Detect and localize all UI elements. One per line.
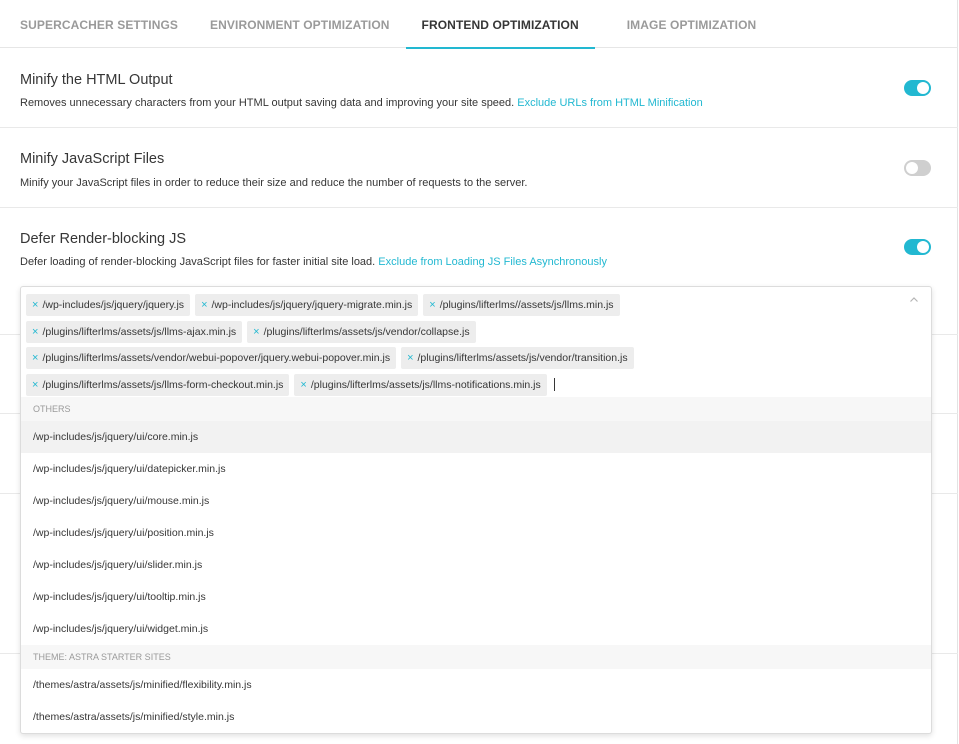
optimization-panel: SUPERCACHER SETTINGS ENVIRONMENT OPTIMIZ… — [0, 0, 958, 744]
remove-tag-icon[interactable]: × — [201, 299, 207, 311]
selected-tag: × /plugins/lifterlms/assets/js/llms-notif… — [294, 373, 547, 396]
dropdown-option[interactable]: /wp-includes/js/jquery/ui/core.min.js — [21, 421, 931, 453]
tag-label: /plugins/lifterlms/assets/js/llms-form-c… — [42, 378, 284, 391]
exclude-js-select[interactable]: × /wp-includes/js/jquery/jquery.js × /wp-i… — [20, 286, 932, 734]
tag-label: /plugins/lifterlms//assets/js/llms.min.j… — [439, 299, 614, 312]
toggle-knob — [906, 162, 918, 174]
description-text: Defer loading of render-blocking JavaScr… — [20, 256, 376, 268]
setting-description: Defer loading of render-blocking JavaScr… — [20, 256, 607, 268]
dropdown-option[interactable]: /wp-includes/js/jquery/ui/mouse.min.js — [21, 485, 931, 517]
selected-tags: × /wp-includes/js/jquery/jquery.js × /wp-i… — [26, 292, 896, 398]
remove-tag-icon[interactable]: × — [407, 352, 413, 364]
tag-label: /wp-includes/js/jquery/jquery.js — [42, 299, 185, 312]
dropdown-option[interactable]: /themes/astra/assets/js/minified/style.m… — [21, 701, 931, 733]
selected-tag: × /plugins/lifterlms/assets/js/vendor/col… — [247, 320, 476, 343]
dropdown-option[interactable]: /wp-includes/js/jquery/ui/widget.min.js — [21, 613, 931, 645]
selected-tag: × /plugins/lifterlms/assets/js/llms-form-… — [26, 373, 290, 396]
remove-tag-icon[interactable]: × — [32, 299, 38, 311]
tag-label: /plugins/lifterlms/assets/js/vendor/coll… — [263, 325, 470, 338]
setting-minify-html: Minify the HTML Output Removes unnecessa… — [0, 49, 958, 128]
text-cursor[interactable] — [553, 378, 555, 392]
option-group-label: THEME: ASTRA STARTER SITES — [21, 645, 931, 669]
tab-environment-optimization[interactable]: ENVIRONMENT OPTIMIZATION — [210, 0, 390, 48]
chevron-up-icon[interactable] — [909, 295, 919, 305]
remove-tag-icon[interactable]: × — [32, 352, 38, 364]
selected-tag: × /wp-includes/js/jquery/jquery.js — [26, 294, 191, 317]
minify-js-toggle[interactable] — [904, 160, 931, 176]
tag-label: /wp-includes/js/jquery/jquery-migrate.mi… — [211, 299, 413, 312]
option-group-label: OTHERS — [21, 397, 931, 421]
tag-line: × /plugins/lifterlms/assets/js/llms-form-… — [26, 372, 896, 399]
tab-image-optimization[interactable]: IMAGE OPTIMIZATION — [627, 0, 757, 48]
toggle-knob — [917, 82, 929, 94]
setting-title: Minify the HTML Output — [20, 72, 173, 88]
dropdown-option[interactable]: /wp-includes/js/jquery/ui/slider.min.js — [21, 549, 931, 581]
setting-description: Minify your JavaScript files in order to… — [20, 177, 528, 189]
toggle-knob — [917, 241, 929, 253]
remove-tag-icon[interactable]: × — [32, 326, 38, 338]
selected-tag: × /plugins/lifterlms/assets/js/llms-ajax.… — [26, 320, 243, 343]
tab-supercacher-settings[interactable]: SUPERCACHER SETTINGS — [20, 0, 178, 48]
setting-title: Defer Render-blocking JS — [20, 231, 187, 247]
dropdown-option[interactable]: /wp-includes/js/jquery/ui/position.min.j… — [21, 517, 931, 549]
tag-line: × /plugins/lifterlms/assets/vendor/webui-… — [26, 345, 896, 372]
remove-tag-icon[interactable]: × — [32, 379, 38, 391]
tab-bar: SUPERCACHER SETTINGS ENVIRONMENT OPTIMIZ… — [0, 0, 958, 49]
defer-js-toggle[interactable] — [904, 239, 931, 255]
setting-description: Removes unnecessary characters from your… — [20, 97, 703, 109]
description-text: Removes unnecessary characters from your… — [20, 97, 515, 109]
tag-label: /plugins/lifterlms/assets/vendor/webui-p… — [42, 352, 391, 365]
dropdown-option[interactable]: /wp-includes/js/jquery/ui/datepicker.min… — [21, 453, 931, 485]
tag-label: /plugins/lifterlms/assets/js/llms-notifi… — [310, 378, 541, 391]
selected-tag: × /plugins/lifterlms//assets/js/llms.min.… — [423, 294, 620, 317]
tag-label: /plugins/lifterlms/assets/js/vendor/tran… — [417, 352, 628, 365]
tag-line: × /wp-includes/js/jquery/jquery.js × /wp-i… — [26, 292, 896, 319]
tag-label: /plugins/lifterlms/assets/js/llms-ajax.m… — [42, 325, 237, 338]
remove-tag-icon[interactable]: × — [429, 299, 435, 311]
selected-tag: × /plugins/lifterlms/assets/js/vendor/tra… — [401, 347, 634, 370]
exclude-async-link[interactable]: Exclude from Loading JS Files Asynchrono… — [378, 256, 607, 268]
tag-line: × /plugins/lifterlms/assets/js/llms-ajax.… — [26, 319, 896, 346]
exclude-urls-link[interactable]: Exclude URLs from HTML Minification — [517, 97, 702, 109]
selected-tag: × /wp-includes/js/jquery/jquery-migrate.m… — [195, 294, 419, 317]
dropdown-option[interactable]: /themes/astra/assets/js/minified/flexibi… — [21, 669, 931, 701]
options-dropdown: OTHERS /wp-includes/js/jquery/ui/core.mi… — [21, 397, 931, 733]
dropdown-option[interactable]: /wp-includes/js/jquery/ui/tooltip.min.js — [21, 581, 931, 613]
minify-html-toggle[interactable] — [904, 80, 931, 96]
setting-minify-js: Minify JavaScript Files Minify your Java… — [0, 128, 958, 208]
setting-title: Minify JavaScript Files — [20, 151, 165, 167]
selected-tag: × /plugins/lifterlms/assets/vendor/webui-… — [26, 347, 397, 370]
tab-frontend-optimization[interactable]: FRONTEND OPTIMIZATION — [405, 0, 595, 49]
remove-tag-icon[interactable]: × — [253, 326, 259, 338]
remove-tag-icon[interactable]: × — [300, 379, 306, 391]
